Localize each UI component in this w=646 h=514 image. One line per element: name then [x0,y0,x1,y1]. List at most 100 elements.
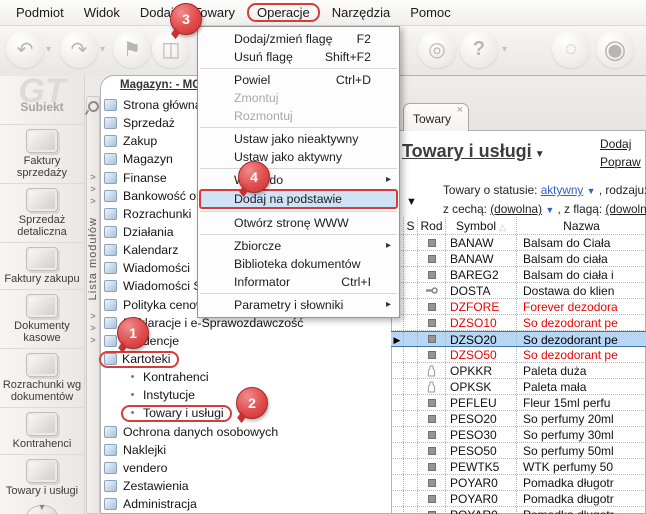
tab-towary[interactable]: Towary × [403,103,469,131]
status-cell [404,315,418,330]
column-header-s[interactable]: S [404,217,418,234]
menu-item-usun-flage[interactable]: Usuń flagę Shift+F2 [198,48,399,66]
table-row-peso50[interactable]: PESO50 So perfumy 50ml [391,443,646,459]
column-header-nazwa[interactable]: Nazwa [517,217,646,234]
table-row-pewtk5[interactable]: PEWTK5 WTK perfumy 50 [391,459,646,475]
flag-icon[interactable] [113,30,151,68]
menu-item-dodaj-zmien-flage[interactable]: Dodaj/zmień flagę F2 [198,30,399,48]
menubar-item-pomoc[interactable]: Pomoc [400,3,460,22]
forward-caret-icon[interactable]: ▾ [100,44,105,55]
rod-icon-towar [418,347,446,362]
table-row-dzso20[interactable]: ▶ DZSO20 So dezodorant pe [391,331,646,347]
tree-item-vendero[interactable]: vendero [104,459,386,477]
finanse-icon [104,171,117,184]
sidebar-item-faktury-zakupu[interactable]: Faktury zakupu [0,242,84,289]
chevron-icon[interactable]: > [90,171,95,183]
menu-item-informator[interactable]: Informator Ctrl+I [198,273,399,291]
chevron-icon[interactable]: > [90,195,95,207]
cecha-caret-icon[interactable]: ▼ [545,205,554,215]
menu-item-biblioteka-dokumentow[interactable]: Biblioteka dokumentów [198,255,399,273]
tree-item-kontrahenci[interactable]: • Kontrahenci [104,368,386,386]
scroll-down-arrow[interactable]: ▼ [0,502,84,512]
table-row-peso30[interactable]: PESO30 So perfumy 30ml [391,427,646,443]
rod-icon-towar [418,443,446,458]
menu-item-zbiorcze[interactable]: Zbiorcze ▸ [198,237,399,255]
menu-item-otworz-strone-www[interactable]: Otwórz stronę WWW [198,214,399,232]
menubar-item-podmiot[interactable]: Podmiot [6,3,74,22]
tree-item-administracja[interactable]: Administracja [104,495,386,513]
sidebar-item-towary-i-uslugi[interactable]: Towary i usługi [0,454,84,501]
dodaj-link[interactable]: Dodaj [600,137,641,151]
table-row-poyar0[interactable]: POYAR0Pomadka długotr [391,491,646,507]
menu-item-label: Ustaw jako nieaktywny [234,132,359,146]
tab-close-icon[interactable]: × [457,105,463,116]
warehouse-selector[interactable]: Magazyn: - MO [120,79,201,91]
globe-document-icon[interactable] [418,30,456,68]
menu-item-wyslij-do[interactable]: Wyślij do▸ [198,171,399,189]
nazwa-cell: Paleta duża [523,364,587,378]
column-header-symbol[interactable]: Symbol △ [446,217,517,234]
table-row-poyar0[interactable]: POYAR0Pomadka długotr [391,475,646,491]
table-row-banaw[interactable]: BANAW Balsam do Ciała [391,235,646,251]
stamp-icon[interactable] [152,30,190,68]
menu-item-ustaw-jako-aktywny[interactable]: Ustaw jako aktywny [198,148,399,166]
flaga-filter-value[interactable]: (dowolna) [605,202,646,216]
rod-icon-towar [418,332,446,346]
chevron-icon[interactable]: > [90,183,95,195]
table-row-dzfore[interactable]: DZFORE Forever dezodora [391,299,646,315]
wiadomosci-icon [104,262,117,275]
popraw-link[interactable]: Popraw [600,155,641,169]
collapse-chevrons-bottom[interactable]: > > > [90,310,95,346]
search-icon[interactable] [88,101,99,112]
table-row-dosta[interactable]: DOSTA Dostawa do klien [391,283,646,299]
status-filter-value[interactable]: aktywny [541,183,584,197]
sidebar-item-label: Dokumenty kasowe [14,320,70,344]
chevron-icon[interactable]: > [90,310,95,322]
table-row-poyar0[interactable]: POYAR0Pomadka długotr [391,507,646,514]
tree-item-naklejki[interactable]: Naklejki [104,441,386,459]
sidebar-item-faktury-sprzedazy[interactable]: Faktury sprzedaży [0,124,84,183]
help-caret-icon[interactable]: ▾ [502,44,507,55]
help-bubble-icon[interactable] [460,30,498,68]
back-icon[interactable] [6,30,44,68]
forward-icon[interactable] [60,30,98,68]
sidebar-item-rozrachunki-wg-dokumentow[interactable]: Rozrachunki wg dokumentów [0,348,84,407]
sidebar-item-sprzedaz-detaliczna[interactable]: Sprzedaż detaliczna [0,183,84,242]
chevron-icon[interactable]: > [90,322,95,334]
table-row-peso20[interactable]: PESO20 So perfumy 20ml [391,411,646,427]
table-row-bareg2[interactable]: BAREG2 Balsam do ciała i [391,267,646,283]
globe-icon[interactable] [596,30,634,68]
menu-separator [200,211,397,212]
filter-collapse-icon[interactable]: ▼ [406,196,417,208]
menubar-item-widok[interactable]: Widok [74,3,130,22]
submenu-arrow-icon: ▸ [385,240,391,251]
tree-item-zestawienia[interactable]: Zestawienia [104,477,386,495]
status-caret-icon[interactable]: ▼ [587,186,596,196]
menu-item-parametry-i-slowniki[interactable]: Parametry i słowniki ▸ [198,296,399,314]
chevron-icon[interactable]: > [90,334,95,346]
menubar-item-operacje[interactable]: Operacje [246,3,320,22]
table-row-pefleu[interactable]: PEFLEU Fleur 15ml perfu [391,395,646,411]
column-header-rod[interactable]: Rod [418,217,446,234]
menu-item-ustaw-jako-nieaktywny[interactable]: Ustaw jako nieaktywny [198,130,399,148]
page-title[interactable]: Towary i usługi ▼ [402,141,545,162]
tree-item-kartoteki[interactable]: Kartoteki [99,350,386,368]
table-row-banaw[interactable]: BANAW Balsam do ciała [391,251,646,267]
spinner-icon[interactable] [552,30,590,68]
menubar-item-narzedzia[interactable]: Narzędzia [322,3,401,22]
sidebar-item-dokumenty-kasowe[interactable]: Dokumenty kasowe [0,289,84,348]
menu-item-powiel[interactable]: Powiel Ctrl+D [198,71,399,89]
sidebar-item-label: Faktury zakupu [4,273,80,285]
tree-item-ochrona-danych-osobowych[interactable]: Ochrona danych osobowych [104,423,386,441]
menu-item-dodaj-na-podstawie[interactable]: Dodaj na podstawie [199,189,398,209]
table-row-opkkr[interactable]: OPKKR Paleta duża [391,363,646,379]
module-list-strip[interactable]: > > > Lista modułów > > > [86,96,100,514]
table-row-opksk[interactable]: OPKSK Paleta mała [391,379,646,395]
back-caret-icon[interactable]: ▾ [46,44,51,55]
status-filter-label: Towary o statusie: [443,183,538,197]
sidebar-item-kontrahenci[interactable]: Kontrahenci [0,407,84,454]
table-row-dzso50[interactable]: DZSO50 So dezodorant pe [391,347,646,363]
table-row-dzso10[interactable]: DZSO10 So dezodorant pe [391,315,646,331]
cecha-filter-value[interactable]: (dowolna) [490,202,542,216]
collapse-chevrons-top[interactable]: > > > [90,171,95,207]
